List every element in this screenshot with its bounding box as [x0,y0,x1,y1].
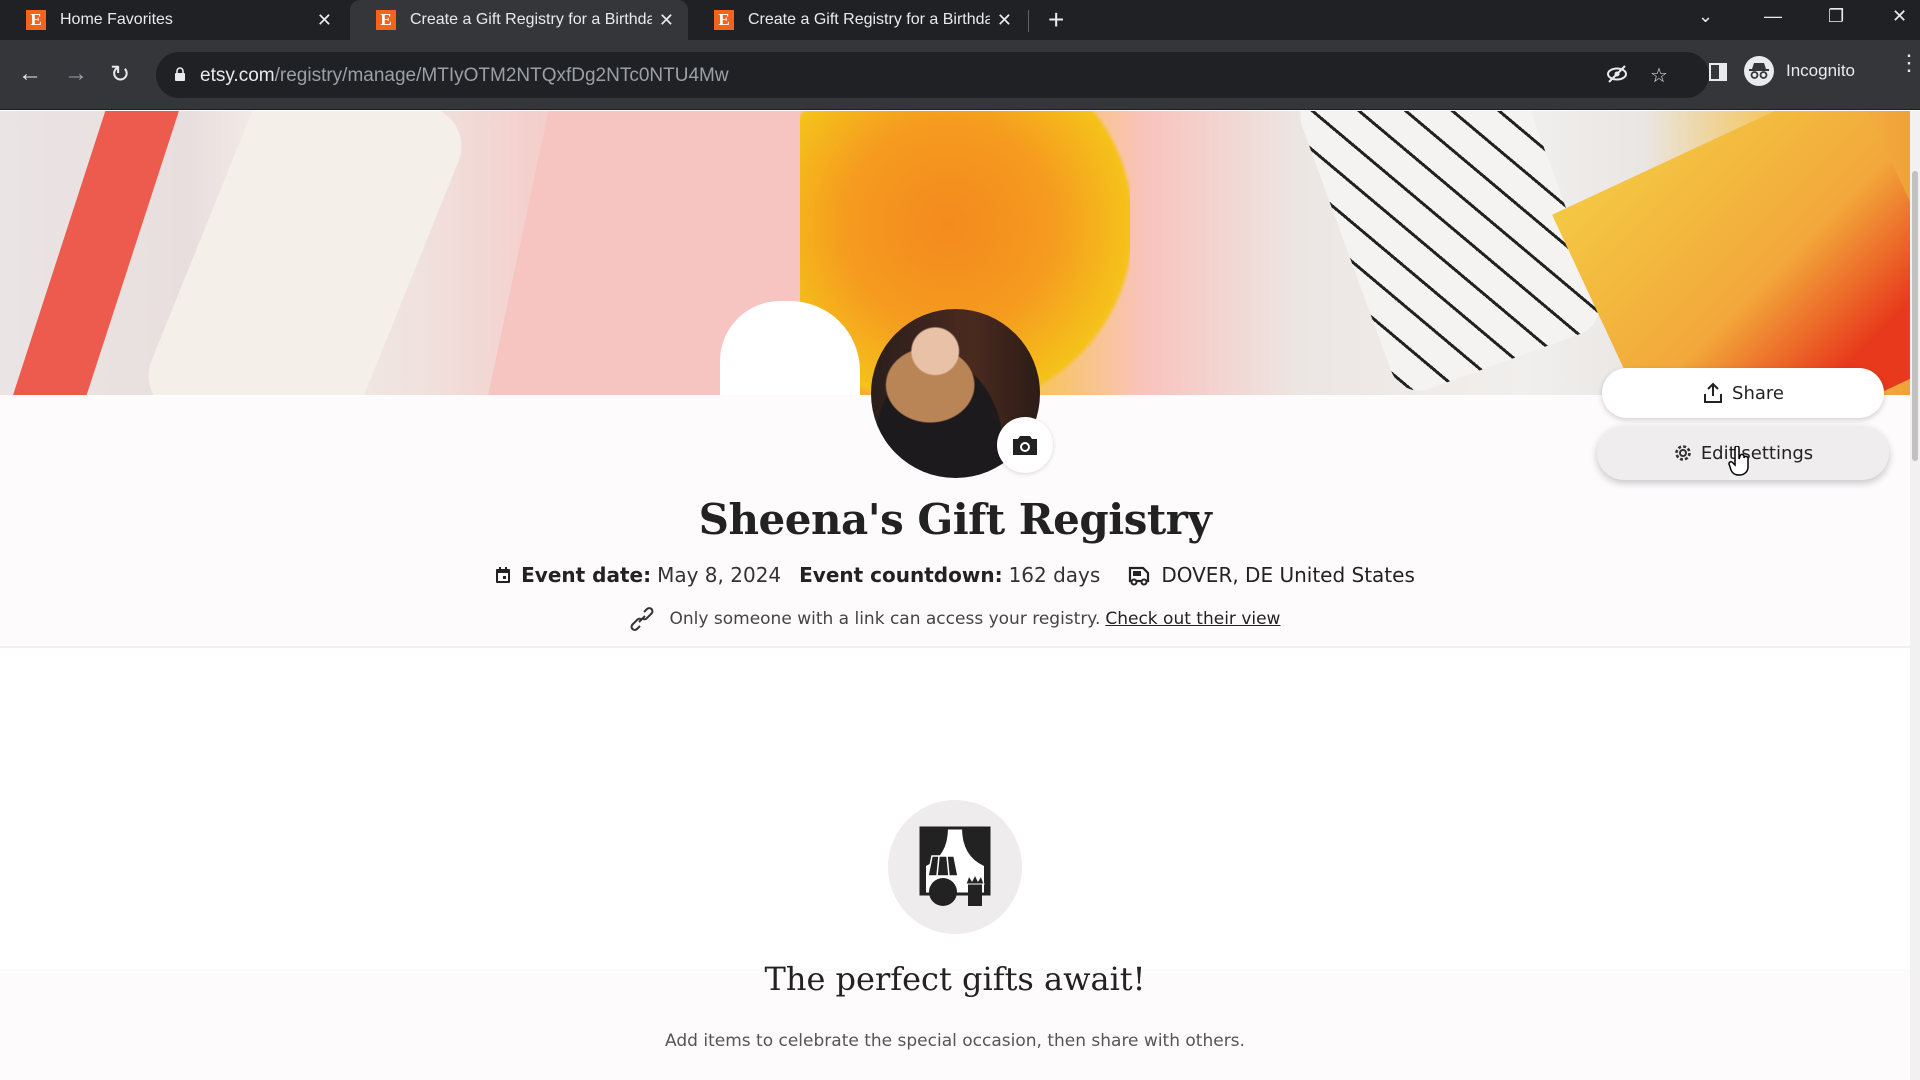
empty-state-illustration [888,800,1022,934]
home-decor-window-icon [919,826,991,906]
close-tab-icon[interactable]: ✕ [317,10,332,31]
etsy-favicon-icon: E [376,10,396,30]
new-tab-button[interactable]: + [1048,4,1064,36]
share-button[interactable]: Share [1602,368,1884,418]
privacy-text: Only someone with a link can access your… [669,609,1101,629]
browser-toolbar: ← → ↻ etsy.com/registry/manage/MTIyOTM2N… [0,40,1920,110]
browser-tab-bar: E Home Favorites ✕ E Create a Gift Regis… [0,0,1920,40]
tab-gift-registry[interactable]: E Create a Gift Registry for a Birthday … [688,0,1026,40]
event-details: Event date: May 8, 2024 Event countdown:… [0,563,1910,587]
eye-slash-icon[interactable] [1606,63,1628,91]
share-label: Share [1732,382,1784,404]
calendar-icon [496,567,511,583]
side-panel-icon[interactable] [1708,62,1728,87]
tab-separator [1028,10,1029,32]
edit-settings-label: Edit settings [1700,442,1814,464]
event-date-value: May 8, 2024 [657,563,782,587]
address-bar[interactable]: etsy.com/registry/manage/MTIyOTM2NTQxfDg… [156,52,1709,98]
check-out-their-view-link[interactable]: Check out their view [1105,609,1280,629]
shipping-truck-icon [1129,566,1150,586]
change-photo-button[interactable] [997,417,1053,473]
close-tab-icon[interactable]: ✕ [659,10,674,31]
bookmark-star-icon[interactable]: ☆ [1650,63,1668,88]
tab-gift-registry-active[interactable]: E Create a Gift Registry for a Birthday … [350,0,688,40]
camera-icon [1013,436,1037,455]
registry-title: Sheena's Gift Registry [698,495,1212,544]
event-countdown-value: 162 days [1008,563,1101,587]
browser-menu-icon[interactable]: ⋮ [1898,52,1920,74]
empty-state-subtitle: Add items to celebrate the special occas… [665,1031,1245,1051]
event-location: DOVER, DE United States [1161,563,1415,587]
empty-state-title: The perfect gifts await! [764,960,1146,998]
incognito-label: Incognito [1786,61,1855,80]
minimize-button[interactable]: — [1764,6,1782,27]
page-scrollbar[interactable] [1910,111,1920,1080]
scrollbar-thumb[interactable] [1912,171,1918,461]
incognito-icon [1744,56,1774,86]
etsy-favicon-icon: E [26,10,46,30]
tab-search-chevron-icon[interactable]: ⌄ [1698,6,1713,27]
incognito-profile-button[interactable]: Incognito [1744,56,1855,86]
tab-title: Home Favorites [60,11,173,28]
tab-home-favorites[interactable]: E Home Favorites ✕ [0,0,346,40]
privacy-notice: Only someone with a link can access your… [0,607,1910,631]
tab-title: Create a Gift Registry for a Birthday [748,11,990,28]
event-date-label: Event date: [521,563,652,587]
close-tab-icon[interactable]: ✕ [997,10,1012,31]
hand-pointer-cursor-icon [1728,446,1749,476]
etsy-favicon-icon: E [714,10,734,30]
close-window-button[interactable]: ✕ [1892,6,1907,27]
link-icon [630,607,653,631]
forward-button[interactable]: → [64,60,88,88]
gear-icon [1675,445,1691,461]
share-upload-icon [1704,382,1723,403]
event-countdown-label: Event countdown: [799,563,1003,587]
url-text[interactable]: etsy.com/registry/manage/MTIyOTM2NTQxfDg… [200,65,729,87]
back-button[interactable]: ← [18,60,42,88]
restore-button[interactable]: ❐ [1828,6,1844,27]
reload-button[interactable]: ↻ [110,60,130,89]
tab-title: Create a Gift Registry for a Birthday [410,11,652,28]
lock-icon [175,67,185,81]
